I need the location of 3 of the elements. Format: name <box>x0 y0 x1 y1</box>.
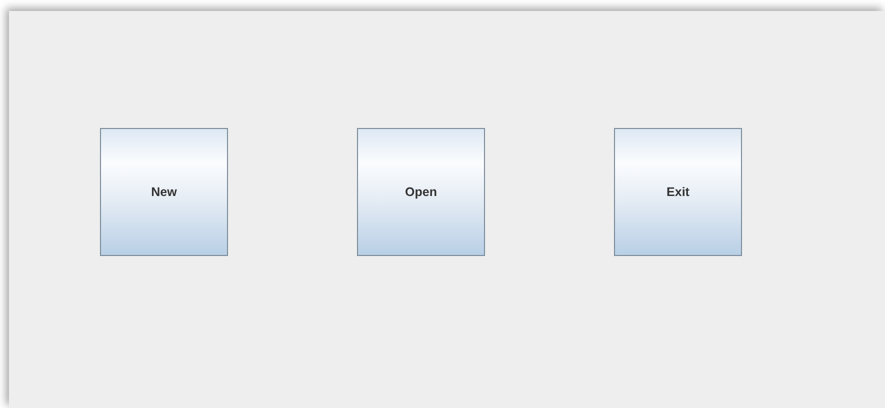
menu-button[interactable]: Exit <box>614 128 742 256</box>
menu-button[interactable]: New <box>100 128 228 256</box>
menu-button[interactable]: Open <box>357 128 485 256</box>
